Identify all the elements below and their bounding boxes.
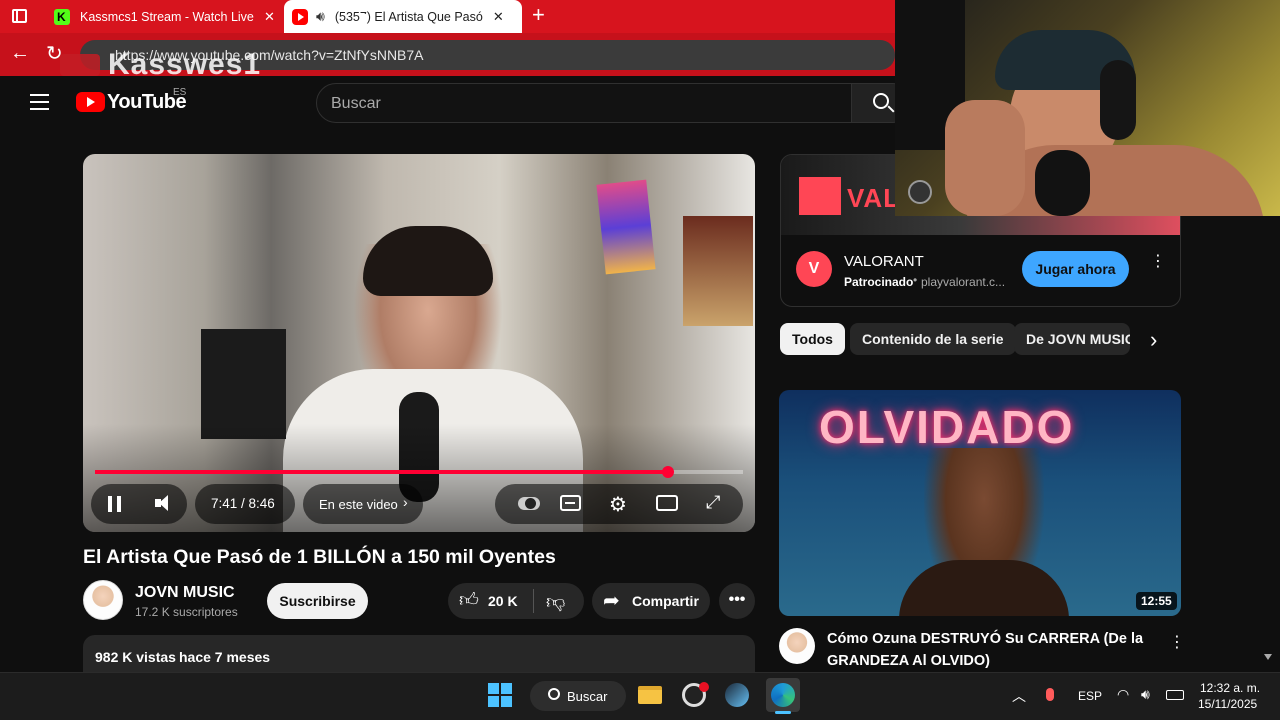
settings-gear-icon[interactable]: ⚙: [609, 492, 627, 517]
audio-playing-icon[interactable]: 🔊︎: [316, 8, 325, 25]
keyboard-language[interactable]: ESP: [1078, 689, 1102, 703]
chevron-right-icon[interactable]: ›: [403, 494, 408, 510]
video-player[interactable]: 7:41 / 8:46 En este video › ⚙ ⤢: [83, 154, 755, 532]
subtitles-icon[interactable]: [560, 495, 581, 511]
streamer-webcam: [895, 0, 1280, 216]
ad-brand-avatar[interactable]: V: [796, 251, 832, 287]
back-arrow-icon[interactable]: ←: [10, 42, 30, 65]
edge-active-indicator: [775, 711, 791, 714]
close-tab-icon[interactable]: ✕: [264, 9, 275, 25]
mouse-cursor-icon: [362, 14, 368, 28]
video-frame-painting: [596, 179, 656, 275]
video-frame-hair: [363, 226, 493, 296]
chapter-label[interactable]: En este video: [319, 497, 398, 512]
youtube-favicon-icon: [292, 8, 308, 25]
recommended-thumbnail[interactable]: OLVIDADO 12:55: [779, 390, 1181, 616]
subscriber-count: 17.2 K suscriptores: [135, 605, 238, 619]
new-tab-button[interactable]: +: [532, 2, 545, 28]
chips-next-icon[interactable]: ›: [1150, 327, 1157, 353]
clock-time[interactable]: 12:32 a. m.: [1200, 681, 1260, 695]
tray-overflow-icon[interactable]: ︿: [1012, 686, 1026, 706]
video-frame-shelf: [201, 329, 286, 439]
autoplay-toggle-icon[interactable]: [518, 497, 540, 510]
edge-browser-icon[interactable]: [766, 678, 800, 712]
more-actions-button[interactable]: •••: [719, 583, 755, 619]
ad-cta-button[interactable]: Jugar ahora: [1022, 251, 1129, 287]
obs-studio-icon[interactable]: [679, 680, 709, 710]
like-count[interactable]: 20 K: [488, 593, 518, 609]
channel-name[interactable]: JOVN MUSIC: [135, 584, 235, 602]
tab-kassmcs1-stream[interactable]: K Kassmcs1 Stream - Watch Live on ✕: [44, 0, 282, 33]
ad-sponsored-label: Patrocinado: [844, 275, 914, 289]
subscribe-button[interactable]: Suscribirse: [267, 583, 368, 619]
tab-youtube-video[interactable]: 🔊︎ (5357) El Artista Que Pasó de ✕: [284, 0, 522, 33]
share-label[interactable]: Compartir: [632, 593, 699, 609]
youtube-logo-icon[interactable]: [76, 92, 105, 112]
recommended-video-title[interactable]: Cómo Ozuna DESTRUYÓ Su CARRERA (De la GR…: [827, 628, 1157, 672]
chip-all[interactable]: Todos: [780, 323, 845, 355]
ad-brand-name[interactable]: VALORANT: [844, 253, 924, 270]
webcam-headphones: [1100, 60, 1136, 140]
share-arrow-icon: ➦: [603, 590, 620, 612]
speaker-icon[interactable]: 🔊︎: [1141, 686, 1150, 703]
pause-icon[interactable]: [108, 496, 121, 512]
video-duration-badge: 12:55: [1136, 592, 1177, 610]
taskbar-search-label[interactable]: Buscar: [567, 689, 607, 704]
video-frame-painting-2: [683, 216, 753, 326]
ad-more-icon[interactable]: ⋮: [1150, 254, 1166, 270]
progress-scrubber[interactable]: [662, 466, 674, 478]
recommended-channel-avatar[interactable]: [779, 628, 815, 664]
scroll-down-icon[interactable]: [1264, 654, 1272, 660]
webcam-microphone: [1035, 150, 1090, 216]
search-input[interactable]: Buscar: [316, 83, 852, 123]
fullscreen-icon[interactable]: ⤢: [706, 492, 720, 513]
windows-logo-icon: [488, 683, 512, 707]
menu-icon[interactable]: [30, 94, 49, 110]
steam-icon[interactable]: [722, 680, 752, 710]
chip-series[interactable]: Contenido de la serie: [850, 323, 1016, 355]
ad-domain: playvalorant.c...: [921, 275, 1006, 289]
volume-icon[interactable]: [155, 494, 173, 512]
kick-favicon-icon: K: [54, 8, 70, 25]
ad-banner-logo: [799, 177, 841, 215]
close-tab-icon[interactable]: ✕: [493, 9, 504, 25]
tab-title: (5357) El Artista Que Pasó de: [334, 9, 483, 24]
webcam-camera-icon: [908, 180, 932, 204]
battery-icon[interactable]: [1166, 690, 1184, 700]
publish-date: hace 7 meses: [179, 649, 271, 665]
channel-avatar[interactable]: [83, 580, 123, 620]
view-count: 982 K vistas: [95, 649, 176, 665]
miniplayer-icon[interactable]: [656, 495, 678, 511]
thumbnail-title-text: OLVIDADO: [819, 401, 1075, 453]
search-icon: [873, 93, 895, 113]
tab-title: Kassmcs1 Stream - Watch Live on: [80, 9, 256, 24]
start-button[interactable]: [485, 680, 515, 710]
dislike-icon[interactable]: 👎︎: [546, 591, 565, 614]
time-display: 7:41 / 8:46: [211, 496, 275, 511]
webcam-arm: [945, 100, 1025, 216]
microphone-icon[interactable]: [1046, 688, 1054, 701]
taskbar-search-icon: [548, 688, 560, 700]
clock-date[interactable]: 15/11/2025: [1198, 697, 1257, 711]
progress-played: [95, 470, 668, 474]
like-icon[interactable]: 👍︎: [459, 589, 479, 612]
recommended-more-icon[interactable]: ⋮: [1169, 632, 1185, 652]
wifi-icon[interactable]: ◠: [1117, 686, 1129, 703]
video-title: El Artista Que Pasó de 1 BILLÓN a 150 mi…: [83, 546, 556, 568]
tab-actions-icon[interactable]: [12, 9, 27, 23]
file-explorer-icon[interactable]: [635, 680, 665, 710]
country-code: ES: [173, 87, 187, 98]
stream-watermark-logo: [60, 54, 100, 76]
chip-from-channel[interactable]: De JOVN MUSIC: [1014, 323, 1130, 355]
